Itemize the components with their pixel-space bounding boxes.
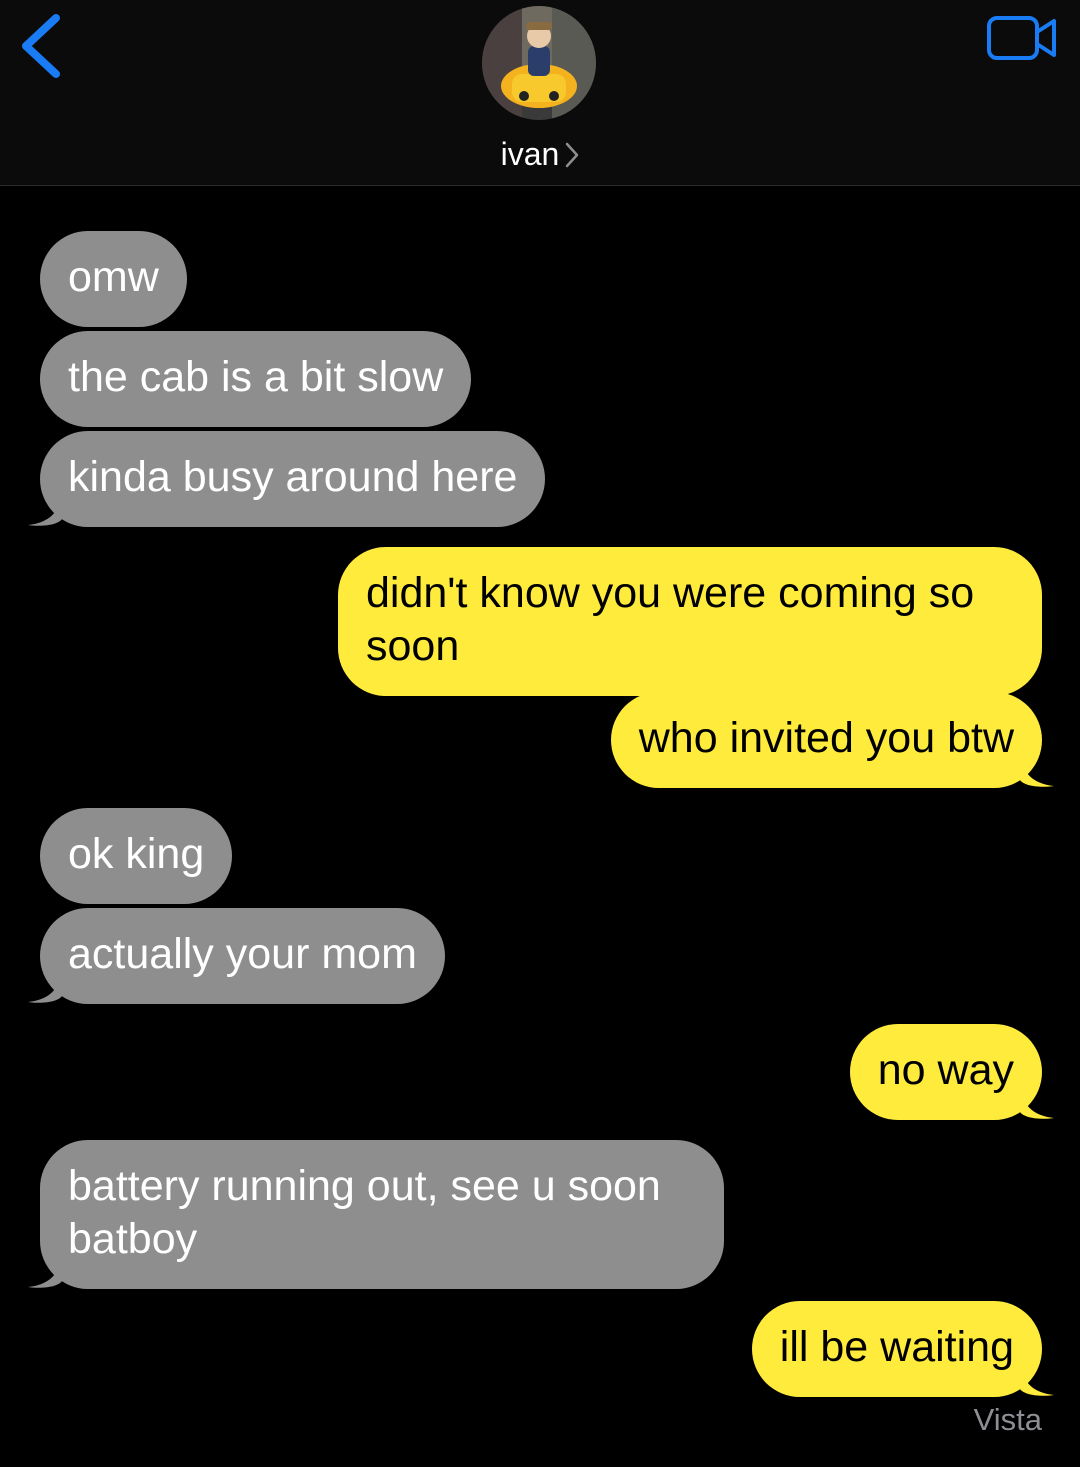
message-text: kinda busy around here <box>68 453 518 501</box>
contact-name-button[interactable]: ivan <box>0 132 1080 176</box>
bubble-tail <box>28 974 62 1003</box>
chevron-left-icon <box>22 14 60 78</box>
message-bubble-incoming[interactable]: actually your mom <box>28 908 445 1004</box>
message-text: actually your mom <box>68 930 417 978</box>
back-button[interactable] <box>16 10 76 82</box>
message-text: no way <box>877 1046 1014 1094</box>
video-camera-icon <box>987 16 1056 60</box>
contact-avatar[interactable] <box>482 6 596 120</box>
delivery-status: Vista <box>973 1402 1042 1437</box>
message-bubble-incoming[interactable]: omw <box>40 231 187 327</box>
avatar-photo <box>482 6 596 120</box>
message-bubble-incoming[interactable]: kinda busy around here <box>28 431 546 527</box>
message-text: ill be waiting <box>779 1323 1014 1371</box>
bubble-tail <box>1020 1090 1054 1119</box>
message-bubble-incoming[interactable]: the cab is a bit slow <box>40 331 472 427</box>
message-text: didn't know you were coming so soon <box>366 569 975 670</box>
message-text: ok king <box>68 830 205 878</box>
message-bubble-incoming[interactable]: battery running out, see u soon batboy <box>28 1140 724 1289</box>
message-text: omw <box>68 253 159 301</box>
message-bubble-outgoing[interactable]: ill be waiting <box>751 1301 1054 1397</box>
bubble-tail <box>28 497 62 526</box>
message-bubble-outgoing[interactable]: no way <box>849 1024 1054 1120</box>
message-text: battery running out, see u soon batboy <box>68 1162 661 1263</box>
message-text: the cab is a bit slow <box>68 353 444 401</box>
video-call-button[interactable] <box>986 14 1060 62</box>
contact-name: ivan <box>500 136 560 172</box>
message-bubble-outgoing[interactable]: didn't know you were coming so soon <box>338 547 1042 696</box>
message-bubble-outgoing[interactable]: who invited you btw <box>610 692 1054 788</box>
bubble-tail <box>1020 758 1054 787</box>
bubble-tail <box>1020 1367 1054 1396</box>
conversation-header: ivan <box>0 0 1080 186</box>
chevron-right-icon <box>566 142 579 167</box>
bubble-tail <box>28 1259 62 1288</box>
message-text: who invited you btw <box>638 714 1014 762</box>
message-bubble-incoming[interactable]: ok king <box>40 808 233 904</box>
